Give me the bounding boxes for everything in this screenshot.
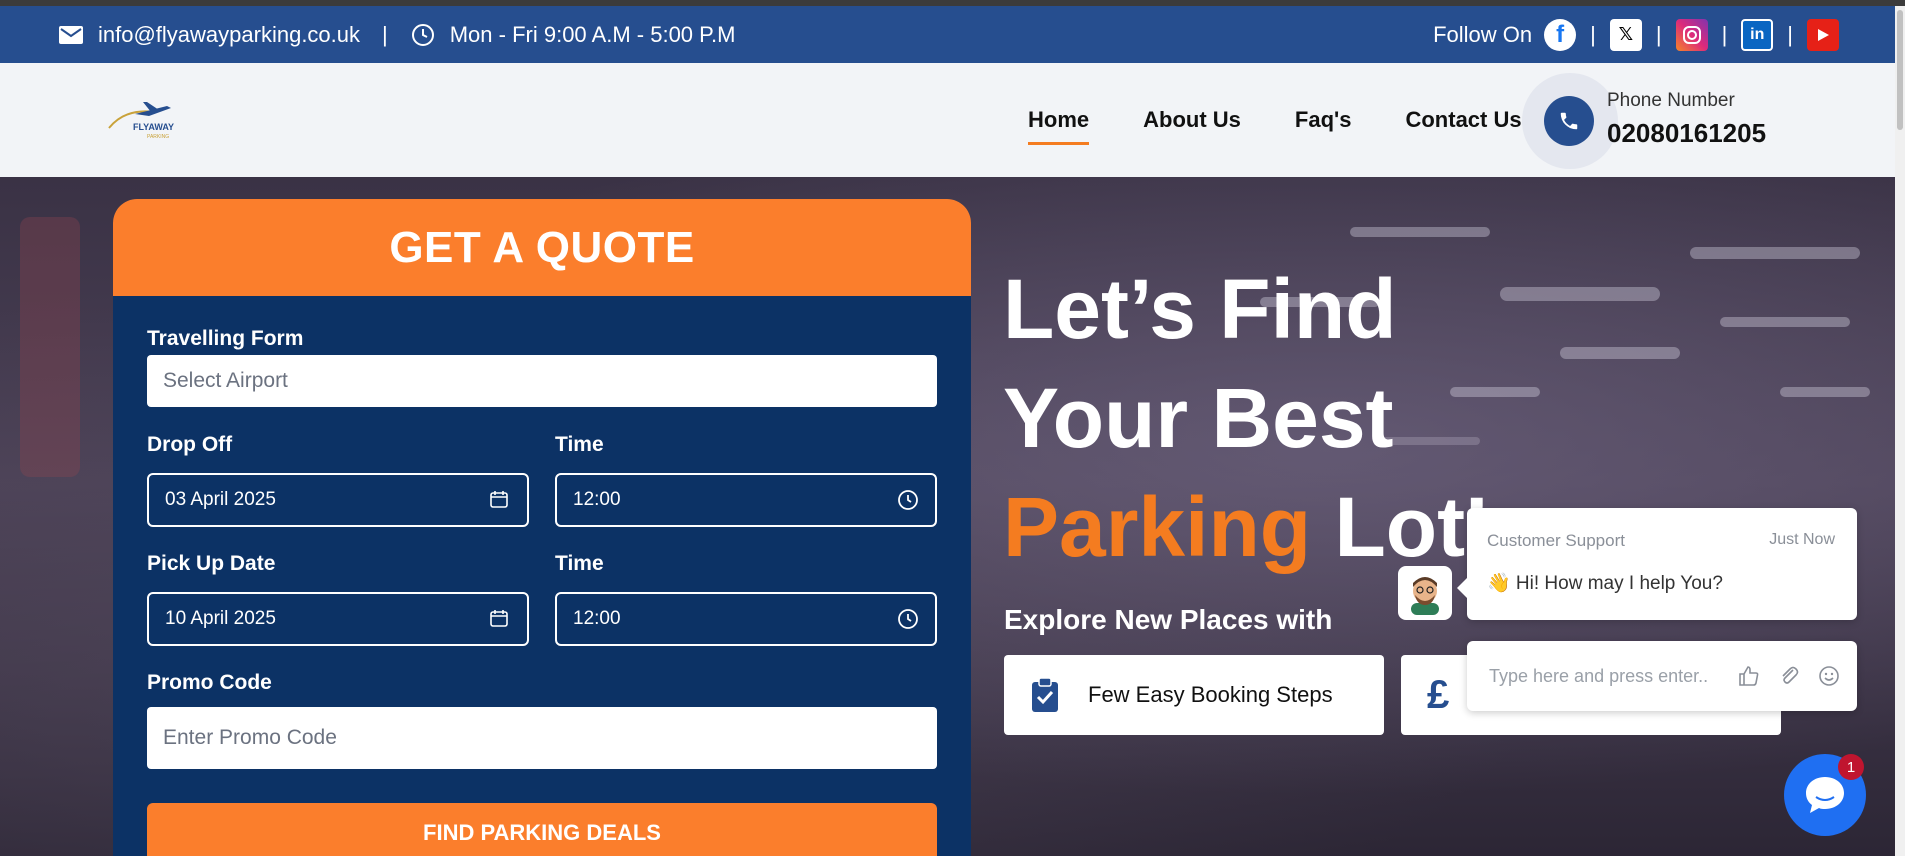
business-hours: Mon - Fri 9:00 A.M - 5:00 P.M (449, 21, 736, 47)
headline-rest: Lot’ (1311, 480, 1489, 574)
email-link[interactable]: info@flyawayparking.co.uk (98, 22, 360, 48)
youtube-icon[interactable] (1807, 18, 1839, 51)
nav-contact[interactable]: Contact Us (1405, 107, 1521, 133)
clock-icon (897, 608, 919, 630)
calendar-icon (489, 489, 511, 511)
dropoff-time-label: Time (555, 433, 604, 456)
linkedin-icon[interactable]: in (1741, 18, 1774, 51)
chat-message-bubble: Customer Support Just Now 👋 Hi! How may … (1457, 508, 1857, 620)
nav-home[interactable]: Home (1028, 107, 1090, 145)
divider: | (382, 21, 388, 47)
clipboard-check-icon (1030, 677, 1060, 713)
promo-code-input[interactable]: Enter Promo Code (147, 707, 937, 769)
x-twitter-icon[interactable]: 𝕏 (1609, 18, 1642, 51)
instagram-icon[interactable] (1675, 18, 1708, 51)
chat-greeting: 👋 Hi! How may I help You? (1487, 573, 1723, 594)
facebook-icon[interactable]: f (1544, 18, 1577, 51)
dropoff-time-value: 12:00 (573, 489, 621, 510)
divider: | (1590, 21, 1596, 47)
airport-select[interactable]: Select Airport (147, 355, 937, 407)
mail-icon (58, 22, 84, 48)
nav-about[interactable]: About Us (1143, 107, 1241, 133)
chat-input-placeholder[interactable]: Type here and press enter.. (1489, 666, 1737, 687)
divider: | (1787, 21, 1793, 47)
chat-timestamp: Just Now (1769, 531, 1835, 548)
logo-subtext: PARKING (147, 134, 169, 140)
travelling-label: Travelling Form (147, 327, 304, 350)
feature-card-booking-steps: Few Easy Booking Steps (1004, 655, 1384, 735)
divider: | (1721, 21, 1728, 47)
dropoff-time-input[interactable]: 12:00 (555, 473, 937, 527)
pickup-date-input[interactable]: 10 April 2025 (147, 592, 529, 646)
hero-headline: Let’s Find Your Best Parking Lot’ (1003, 255, 1488, 582)
headline-line-2: Your Best (1003, 371, 1394, 465)
headline-line-1: Let’s Find (1003, 262, 1397, 356)
page-scrollbar[interactable] (1895, 6, 1905, 856)
calendar-icon (489, 608, 511, 630)
site-logo[interactable]: FLYAWAY PARKING (105, 98, 185, 142)
quote-title: GET A QUOTE (113, 199, 971, 296)
chat-bubble-icon (1806, 777, 1844, 813)
phone-label: Phone Number (1607, 90, 1735, 111)
clock-icon (897, 489, 919, 511)
emoji-icon[interactable] (1817, 664, 1841, 688)
thumbs-up-icon[interactable] (1737, 664, 1761, 688)
pickup-label: Pick Up Date (147, 552, 276, 575)
explore-subtitle: Explore New Places with (1004, 604, 1333, 635)
scrollbar-thumb[interactable] (1897, 10, 1903, 130)
main-navbar: FLYAWAY PARKING Home About Us Faq's Cont… (0, 63, 1895, 177)
attachment-icon[interactable] (1777, 664, 1801, 688)
feature-1-text: Few Easy Booking Steps (1088, 682, 1333, 707)
unread-badge: 1 (1838, 754, 1864, 780)
clock-icon (410, 22, 436, 48)
chat-agent-name: Customer Support (1487, 531, 1625, 550)
dropoff-date-value: 03 April 2025 (165, 489, 276, 510)
promo-label: Promo Code (147, 671, 272, 694)
support-avatar (1398, 566, 1452, 620)
dropoff-label: Drop Off (147, 433, 233, 456)
quote-form: GET A QUOTE Travelling Form Select Airpo… (113, 199, 971, 856)
headline-highlight: Parking (1003, 480, 1312, 574)
divider: | (1655, 21, 1662, 47)
pickup-time-label: Time (555, 552, 604, 575)
pound-icon: £ (1427, 672, 1450, 717)
chat-input-box[interactable]: Type here and press enter.. (1467, 641, 1857, 711)
phone-icon[interactable] (1544, 96, 1594, 146)
pickup-date-value: 10 April 2025 (165, 608, 276, 629)
dropoff-date-input[interactable]: 03 April 2025 (147, 473, 529, 527)
pickup-time-value: 12:00 (573, 608, 621, 629)
find-parking-button[interactable]: FIND PARKING DEALS (147, 803, 937, 856)
top-info-bar: info@flyawayparking.co.uk | Mon - Fri 9:… (0, 6, 1895, 63)
pickup-time-input[interactable]: 12:00 (555, 592, 937, 646)
nav-faqs[interactable]: Faq's (1295, 107, 1352, 133)
logo-text: FLYAWAY (133, 122, 174, 132)
follow-label: Follow On (1433, 21, 1533, 47)
phone-number[interactable]: 02080161205 (1607, 118, 1766, 149)
